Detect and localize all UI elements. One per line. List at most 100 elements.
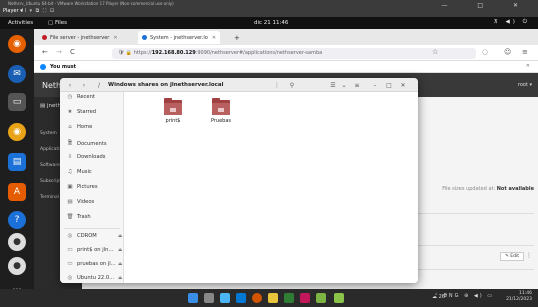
back-button[interactable]: ‹ (64, 80, 76, 90)
favicon-icon (142, 35, 147, 40)
player-menu[interactable]: Player ▾ (3, 8, 23, 14)
chrome-icon[interactable] (252, 293, 262, 303)
files-app-menu[interactable]: ▢ Files (48, 20, 67, 26)
edit-button[interactable]: ✎ Edit (500, 252, 524, 261)
sidebar-item-trash[interactable]: 🗑 Trash (66, 214, 91, 220)
sidebar-item-system[interactable]: System (40, 131, 57, 136)
sidebar-item-recent[interactable]: ◷ Recent (66, 94, 95, 100)
sidebar-item-home[interactable]: ⌂ Home (66, 124, 92, 130)
network-drive-icon: ▭ (67, 247, 73, 253)
chevron-down-icon[interactable]: ⌄ (340, 80, 348, 90)
activities-button[interactable]: Activities (8, 20, 33, 26)
account-icon[interactable]: ☺ (504, 48, 511, 56)
rhythmbox-icon[interactable]: ◉ (8, 123, 26, 141)
device-pruebas-share[interactable]: ▭ pruebas on jl... ⏏ (66, 261, 122, 267)
app-icon[interactable] (300, 293, 310, 303)
url-path: :9090/nethserver#/applications/nethserve… (195, 50, 323, 56)
firefox-icon[interactable]: ◉ (8, 35, 26, 53)
list-view-icon[interactable]: ☰ (328, 80, 338, 90)
app-icon[interactable] (316, 293, 326, 303)
menu-icon[interactable]: ≡ (522, 48, 528, 56)
clock[interactable]: 11:46 21/12/2023 (506, 291, 532, 303)
terminal-icon[interactable]: ▭ (8, 93, 26, 111)
eject-icon[interactable]: ⏏ (118, 234, 122, 239)
share-print[interactable]: print$ (153, 98, 193, 124)
sidebar-item-documents[interactable]: 🗎 Documents (66, 139, 107, 148)
start-icon[interactable] (188, 293, 198, 303)
place-label: Pictures (77, 184, 98, 190)
kebab-menu-icon[interactable]: ⋮ (526, 252, 532, 259)
maximize-icon[interactable]: □ (384, 80, 394, 90)
thunderbird-icon[interactable]: ✉ (8, 65, 26, 83)
tab-system[interactable]: System - jnethserver.lo ✕ (138, 31, 221, 44)
eject-icon[interactable]: ⏏ (118, 262, 122, 267)
more-options-icon[interactable]: ⋮ (272, 80, 282, 90)
picture-icon: ▣ (67, 184, 73, 190)
bookmark-star-icon[interactable]: ☆ (432, 48, 438, 56)
place-label: Downloads (77, 154, 106, 160)
host-taskbar: ☁ 26° ⌃ ENG ⊛ ◀) ▭ 11:46 21/12/2023 (0, 289, 538, 307)
task-view-icon[interactable] (220, 293, 230, 303)
search-icon[interactable]: ⚲ (286, 80, 298, 90)
vmware-titlebar: Nethsrv_Ubuntu 64-bit - VMware Workstati… (0, 0, 538, 17)
place-label: Trash (77, 214, 91, 220)
edge-icon[interactable] (236, 293, 246, 303)
close-icon[interactable]: ✕ (113, 35, 117, 41)
device-cdrom[interactable]: ◎ CDROM ⏏ (66, 233, 123, 239)
forward-button[interactable]: → (56, 48, 62, 56)
sidebar-item-terminal[interactable]: Terminal (40, 195, 59, 200)
system-tray[interactable]: ⊼ ◀) ⏻ (494, 19, 530, 26)
close-icon[interactable]: ✕ (212, 35, 216, 41)
pocket-icon[interactable]: ◌ (482, 48, 488, 56)
home-icon: ⌂ (68, 124, 72, 130)
back-button[interactable]: ← (42, 48, 48, 56)
video-icon: ▤ (67, 199, 73, 205)
minimize-icon[interactable]: – (370, 80, 380, 90)
eject-icon[interactable]: ⏏ (118, 248, 122, 253)
reload-button[interactable]: C (70, 48, 75, 56)
place-label: Music (77, 169, 92, 175)
tab-strip: File server - jnethserver ✕ System - jne… (34, 29, 538, 45)
device-label: pruebas on jl... (77, 261, 116, 267)
url-bar[interactable]: 🛡 🔒 https://192.168.80.129:9090/nethserv… (112, 48, 476, 59)
disc-icon: ◎ (67, 233, 73, 239)
writer-icon[interactable]: ▤ (8, 153, 26, 171)
sidebar-item-music[interactable]: ♫ Music (66, 169, 92, 175)
software-icon[interactable]: A (8, 183, 26, 201)
sidebar-item-videos[interactable]: ▤ Videos (66, 199, 94, 205)
explorer-icon[interactable] (268, 293, 278, 303)
disc-icon[interactable]: ● (8, 233, 26, 251)
close-icon[interactable]: ✕ (526, 63, 530, 69)
sort-icon[interactable]: ≡ (352, 80, 362, 90)
new-tab-button[interactable]: + (230, 31, 244, 44)
help-icon[interactable]: ? (8, 211, 26, 229)
eject-icon[interactable]: ⏏ (118, 276, 122, 281)
app-icon[interactable] (284, 293, 294, 303)
device-ubuntu-media[interactable]: ◎ Ubuntu 22.0... ⏏ (66, 275, 123, 281)
gnome-top-bar: Activities ▢ Files dic 21 11:46 ⊼ ◀) ⏻ (0, 17, 538, 29)
vmware-icon[interactable] (334, 293, 344, 303)
tab-file-server[interactable]: File server - jnethserver ✕ (38, 31, 122, 44)
sidebar-item-downloads[interactable]: ⇩ Downloads (66, 154, 106, 160)
place-label: Videos (77, 199, 95, 205)
location-bar[interactable]: Windows shares on jlnethserver.local (108, 80, 224, 90)
vm-control-icons[interactable]: II ▾ ⧉ ⛶ ⊡ (22, 8, 55, 14)
info-icon (40, 64, 46, 70)
close-icon[interactable]: ✕ (398, 80, 408, 90)
device-print-share[interactable]: ▭ print$ on jln... ⏏ (66, 247, 122, 253)
system-tray[interactable]: ⌃ ENG ⊛ ◀) ▭ (434, 293, 494, 299)
document-icon: 🗎 (67, 140, 73, 146)
user-menu[interactable]: root ▾ (518, 82, 532, 88)
tab-label: System - jnethserver.lo (150, 34, 208, 41)
clock[interactable]: dic 21 11:46 (254, 20, 288, 26)
files-headerbar: ‹ › / Windows shares on jlnethserver.loc… (60, 78, 418, 92)
sidebar-item-starred[interactable]: ★ Starred (66, 109, 97, 115)
search-icon[interactable] (204, 293, 214, 303)
forward-button[interactable]: › (78, 80, 90, 90)
disc-icon[interactable]: ● (8, 257, 26, 275)
window-buttons[interactable]: — □ ✕ (441, 2, 532, 9)
share-pruebas[interactable]: Pruebas (201, 98, 241, 124)
sidebar-item-pictures[interactable]: ▣ Pictures (66, 184, 98, 190)
device-label: print$ on jln... (77, 247, 114, 253)
favicon-icon (42, 35, 47, 40)
